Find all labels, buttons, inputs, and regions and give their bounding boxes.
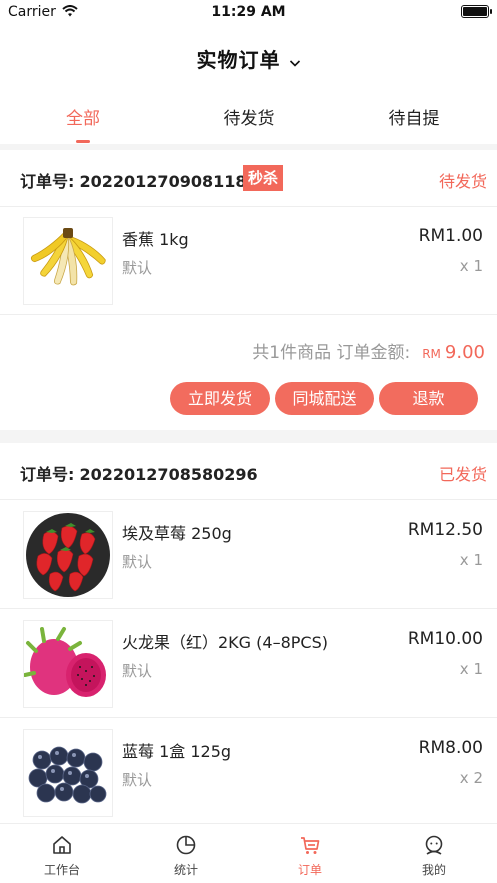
order-summary: 共1件商品 订单金额: RM 9.00 bbox=[252, 338, 485, 363]
product-quantity: x 1 bbox=[459, 257, 483, 275]
order-total-currency: RM bbox=[422, 347, 441, 361]
product-image-dragon-fruit bbox=[23, 620, 113, 708]
product-spec: 默认 bbox=[122, 553, 153, 571]
order-total-amount: 9.00 bbox=[444, 342, 485, 363]
tabbar-label: 订单 bbox=[297, 863, 322, 877]
tab-all[interactable]: 全部 bbox=[0, 104, 166, 129]
order-card[interactable]: 订单号: 2022012708580296 已发货 埃及草莓 250g 默认 R… bbox=[0, 443, 497, 823]
tabbar-label: 我的 bbox=[421, 863, 446, 877]
tabbar-item-workbench[interactable]: 工作台 bbox=[0, 834, 124, 878]
tab-pending-shipment[interactable]: 待发货 bbox=[166, 104, 332, 129]
product-quantity: x 2 bbox=[459, 769, 483, 787]
profile-icon bbox=[425, 835, 443, 855]
product-quantity: x 1 bbox=[459, 660, 483, 678]
refund-button[interactable]: 退款 bbox=[379, 382, 478, 415]
order-number: 订单号: 2022012708580296 bbox=[20, 461, 258, 485]
product-spec: 默认 bbox=[122, 662, 153, 680]
product-quantity: x 1 bbox=[459, 551, 483, 569]
active-tab-indicator bbox=[76, 140, 90, 143]
bottom-tab-bar: 工作台 统计 订单 我的 bbox=[0, 823, 497, 883]
cart-icon bbox=[301, 837, 320, 854]
order-summary-text: 共1件商品 订单金额: bbox=[252, 343, 411, 363]
ship-now-button[interactable]: 立即发货 bbox=[170, 382, 270, 415]
product-image-banana bbox=[23, 217, 113, 305]
order-status: 已发货 bbox=[438, 465, 487, 484]
product-name: 埃及草莓 250g bbox=[122, 524, 232, 543]
local-delivery-button[interactable]: 同城配送 bbox=[275, 382, 374, 415]
page-title: 实物订单 bbox=[196, 48, 281, 72]
product-name: 蓝莓 1盒 125g bbox=[122, 742, 232, 761]
order-status: 待发货 bbox=[438, 172, 487, 191]
flash-sale-badge: 秒杀 bbox=[243, 165, 284, 191]
order-number-label: 订单号: bbox=[20, 172, 75, 191]
product-image-strawberry bbox=[23, 511, 113, 599]
product-price: RM12.50 bbox=[407, 520, 483, 540]
title-dropdown[interactable]: 实物订单 bbox=[0, 44, 497, 73]
order-header: 订单号: 2022012709081187 秒杀 待发货 bbox=[0, 150, 497, 207]
order-card[interactable]: 订单号: 2022012709081187 秒杀 待发货 香蕉 1kg 默认 R… bbox=[0, 150, 497, 430]
order-item[interactable]: 香蕉 1kg 默认 RM1.00 x 1 bbox=[0, 207, 497, 315]
product-spec: 默认 bbox=[122, 771, 153, 789]
order-header: 订单号: 2022012708580296 已发货 bbox=[0, 443, 497, 500]
product-price: RM10.00 bbox=[407, 629, 483, 649]
product-price: RM8.00 bbox=[418, 738, 483, 758]
battery-icon bbox=[461, 5, 492, 18]
product-name: 香蕉 1kg bbox=[122, 230, 189, 249]
tabbar-label: 统计 bbox=[173, 863, 198, 877]
header: 实物订单 bbox=[0, 26, 497, 90]
pie-chart-icon bbox=[176, 835, 196, 855]
order-number-label: 订单号: bbox=[20, 465, 75, 484]
order-tabs: 全部 待发货 待自提 bbox=[0, 90, 497, 144]
product-image-blueberry bbox=[23, 729, 113, 817]
tabbar-item-statistics[interactable]: 统计 bbox=[124, 834, 248, 878]
tabbar-label: 工作台 bbox=[43, 863, 80, 877]
product-name: 火龙果（红）2KG (4–8PCS) bbox=[122, 633, 328, 652]
clock: 11:29 AM bbox=[211, 4, 286, 20]
order-number-value: 2022012708580296 bbox=[79, 465, 258, 484]
order-item[interactable]: 埃及草莓 250g 默认 RM12.50 x 1 bbox=[0, 501, 497, 609]
tabbar-item-orders[interactable]: 订单 bbox=[248, 834, 372, 878]
order-item[interactable]: 火龙果（红）2KG (4–8PCS) 默认 RM10.00 x 1 bbox=[0, 610, 497, 718]
status-bar: Carrier 11:29 AM bbox=[0, 0, 497, 26]
order-number-value: 2022012709081187 bbox=[79, 172, 258, 191]
home-icon bbox=[53, 836, 71, 854]
chevron-down-icon bbox=[289, 59, 300, 67]
order-item[interactable]: 蓝莓 1盒 125g 默认 RM8.00 x 2 bbox=[0, 719, 497, 827]
order-number: 订单号: 2022012709081187 bbox=[20, 168, 258, 192]
product-spec: 默认 bbox=[122, 259, 153, 277]
screen: Carrier 11:29 AM 实物订单 全部 待发货 待自提 订单号: 20… bbox=[0, 0, 497, 883]
tab-pending-pickup[interactable]: 待自提 bbox=[331, 104, 497, 129]
tabbar-item-profile[interactable]: 我的 bbox=[372, 834, 496, 878]
product-price: RM1.00 bbox=[418, 226, 483, 246]
